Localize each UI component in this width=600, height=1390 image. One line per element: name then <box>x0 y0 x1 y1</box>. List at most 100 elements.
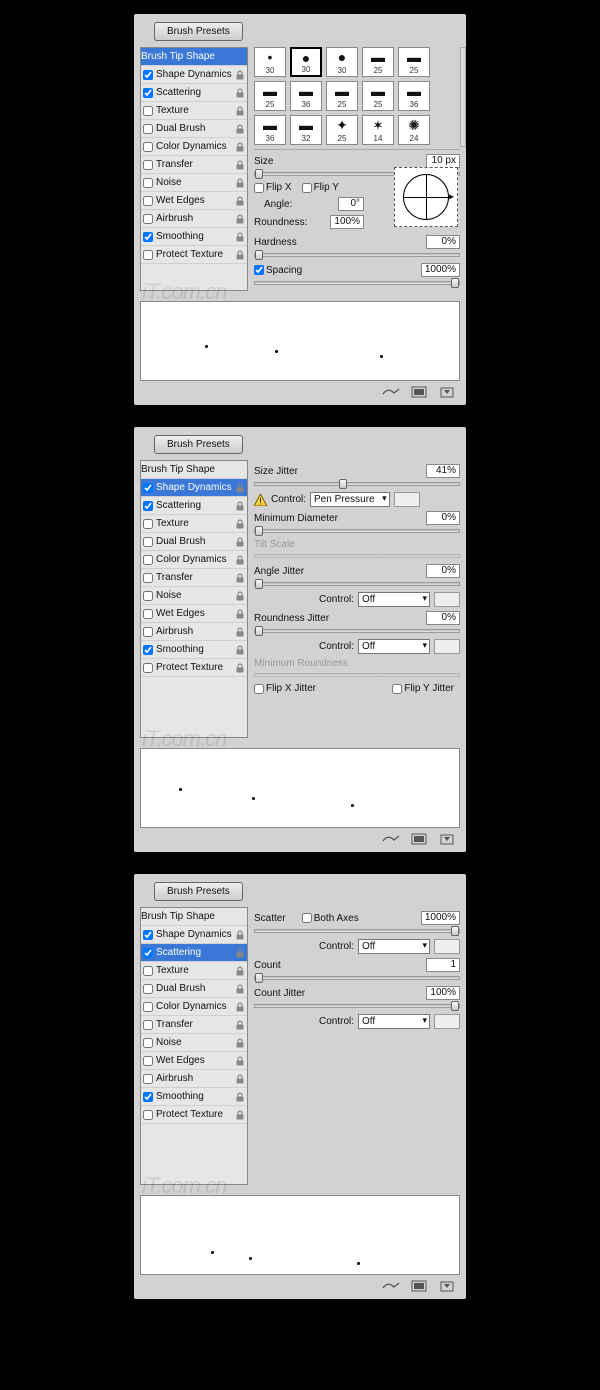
collapse-panel-icon[interactable] <box>438 1279 456 1293</box>
hardness-slider[interactable] <box>254 253 460 257</box>
sidebar-item-checkbox[interactable] <box>143 483 153 493</box>
sidebar-item-checkbox[interactable] <box>143 591 153 601</box>
sidebar-item-texture[interactable]: Texture <box>141 102 247 120</box>
flip-x-checkbox[interactable]: Flip X <box>254 182 292 193</box>
sidebar-item-checkbox[interactable] <box>143 124 153 134</box>
brush-thumbnail[interactable]: ●30 <box>290 47 322 77</box>
sidebar-item-scattering[interactable]: Scattering <box>141 944 247 962</box>
brush-thumbnail[interactable]: ▬25 <box>398 47 430 77</box>
lock-icon[interactable] <box>235 663 245 673</box>
sidebar-item-wet-edges[interactable]: Wet Edges <box>141 605 247 623</box>
sidebar-item-color-dynamics[interactable]: Color Dynamics <box>141 551 247 569</box>
sidebar-item-checkbox[interactable] <box>143 627 153 637</box>
sidebar-item-dual-brush[interactable]: Dual Brush <box>141 533 247 551</box>
count-jitter-value[interactable]: 100% <box>426 986 460 1000</box>
sidebar-item-checkbox[interactable] <box>143 930 153 940</box>
lock-icon[interactable] <box>235 930 245 940</box>
brush-thumbnail[interactable]: ✦25 <box>326 115 358 145</box>
scatter-slider[interactable] <box>254 929 460 933</box>
lock-icon[interactable] <box>235 966 245 976</box>
sidebar-item-checkbox[interactable] <box>143 1020 153 1030</box>
toggle-preview-icon[interactable] <box>382 832 400 846</box>
brush-thumbnail[interactable]: •30 <box>254 47 286 77</box>
lock-icon[interactable] <box>235 250 245 260</box>
sidebar-item-transfer[interactable]: Transfer <box>141 569 247 587</box>
brush-thumbnail[interactable]: ▬25 <box>326 81 358 111</box>
lock-icon[interactable] <box>235 1038 245 1048</box>
sidebar-item-shape-dynamics[interactable]: Shape Dynamics <box>141 479 247 497</box>
min-diameter-value[interactable]: 0% <box>426 511 460 525</box>
sidebar-item-checkbox[interactable] <box>143 537 153 547</box>
sidebar-item-checkbox[interactable] <box>143 196 153 206</box>
brush-presets-button[interactable]: Brush Presets <box>154 435 243 454</box>
lock-icon[interactable] <box>235 645 245 655</box>
thumb-scrollbar[interactable] <box>460 47 466 147</box>
sidebar-item-wet-edges[interactable]: Wet Edges <box>141 1052 247 1070</box>
scatter-control-select[interactable]: Off <box>358 939 430 954</box>
hardness-value[interactable]: 0% <box>426 235 460 249</box>
sidebar-item-checkbox[interactable] <box>143 948 153 958</box>
sidebar-item-checkbox[interactable] <box>143 1038 153 1048</box>
size-jitter-control-select[interactable]: Pen Pressure <box>310 492 390 507</box>
sidebar-item-airbrush[interactable]: Airbrush <box>141 210 247 228</box>
brush-presets-button[interactable]: Brush Presets <box>154 882 243 901</box>
sidebar-item-checkbox[interactable] <box>143 160 153 170</box>
lock-icon[interactable] <box>235 1002 245 1012</box>
lock-icon[interactable] <box>235 519 245 529</box>
sidebar-item-checkbox[interactable] <box>143 1056 153 1066</box>
sidebar-item-checkbox[interactable] <box>143 178 153 188</box>
lock-icon[interactable] <box>235 232 245 242</box>
sidebar-item-checkbox[interactable] <box>143 555 153 565</box>
sidebar-item-color-dynamics[interactable]: Color Dynamics <box>141 998 247 1016</box>
sidebar-item-checkbox[interactable] <box>143 663 153 673</box>
sidebar-item-scattering[interactable]: Scattering <box>141 84 247 102</box>
lock-icon[interactable] <box>235 1092 245 1102</box>
brush-thumbnail[interactable]: ▬32 <box>290 115 322 145</box>
lock-icon[interactable] <box>235 1074 245 1084</box>
sidebar-item-checkbox[interactable] <box>143 966 153 976</box>
lock-icon[interactable] <box>235 1020 245 1030</box>
roundness-jitter-control-select[interactable]: Off <box>358 639 430 654</box>
flip-y-checkbox[interactable]: Flip Y <box>302 182 339 193</box>
sidebar-item-checkbox[interactable] <box>143 142 153 152</box>
sidebar-item-checkbox[interactable] <box>143 609 153 619</box>
lock-icon[interactable] <box>235 591 245 601</box>
lock-icon[interactable] <box>235 178 245 188</box>
scatter-value[interactable]: 1000% <box>421 911 460 925</box>
size-value[interactable]: 10 px <box>426 154 460 168</box>
sidebar-brush-tip-shape[interactable]: Brush Tip Shape <box>141 461 247 479</box>
angle-roundness-widget[interactable]: ▸ <box>394 167 458 227</box>
sidebar-item-protect-texture[interactable]: Protect Texture <box>141 659 247 677</box>
new-preset-icon[interactable] <box>410 1279 428 1293</box>
sidebar-item-checkbox[interactable] <box>143 106 153 116</box>
sidebar-item-checkbox[interactable] <box>143 1002 153 1012</box>
count-slider[interactable] <box>254 976 460 980</box>
count-jitter-slider[interactable] <box>254 1004 460 1008</box>
roundness-value[interactable]: 100% <box>330 215 364 229</box>
sidebar-item-smoothing[interactable]: Smoothing <box>141 641 247 659</box>
brush-presets-button[interactable]: Brush Presets <box>154 22 243 41</box>
lock-icon[interactable] <box>235 106 245 116</box>
brush-thumbnail[interactable]: ✶14 <box>362 115 394 145</box>
sidebar-item-checkbox[interactable] <box>143 1092 153 1102</box>
sidebar-item-noise[interactable]: Noise <box>141 174 247 192</box>
sidebar-item-noise[interactable]: Noise <box>141 587 247 605</box>
sidebar-item-smoothing[interactable]: Smoothing <box>141 1088 247 1106</box>
lock-icon[interactable] <box>235 160 245 170</box>
sidebar-item-transfer[interactable]: Transfer <box>141 156 247 174</box>
lock-icon[interactable] <box>235 609 245 619</box>
spacing-checkbox[interactable]: Spacing <box>254 265 302 276</box>
sidebar-item-dual-brush[interactable]: Dual Brush <box>141 980 247 998</box>
sidebar-item-airbrush[interactable]: Airbrush <box>141 623 247 641</box>
lock-icon[interactable] <box>235 537 245 547</box>
collapse-panel-icon[interactable] <box>438 385 456 399</box>
sidebar-item-dual-brush[interactable]: Dual Brush <box>141 120 247 138</box>
sidebar-item-checkbox[interactable] <box>143 1074 153 1084</box>
sidebar-brush-tip-shape[interactable]: Brush Tip Shape <box>141 908 247 926</box>
lock-icon[interactable] <box>235 573 245 583</box>
sidebar-item-airbrush[interactable]: Airbrush <box>141 1070 247 1088</box>
sidebar-item-texture[interactable]: Texture <box>141 962 247 980</box>
flip-x-jitter-checkbox[interactable]: Flip X Jitter <box>254 683 316 694</box>
brush-thumbnail[interactable]: ▬25 <box>362 81 394 111</box>
toggle-preview-icon[interactable] <box>382 385 400 399</box>
